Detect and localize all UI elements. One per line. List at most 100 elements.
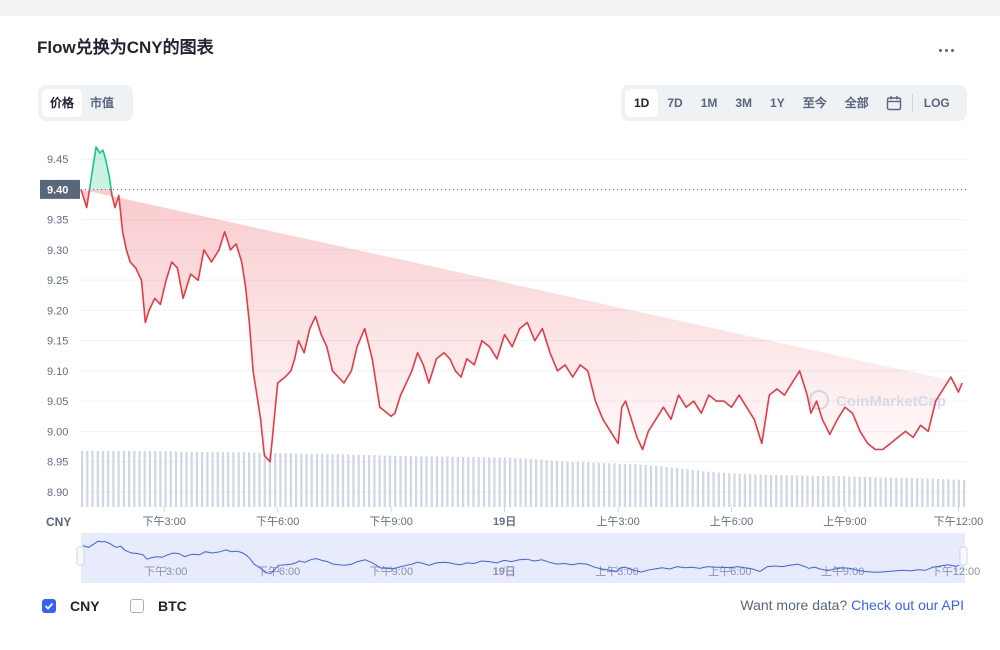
x-axis: 下午3:00 下午6:00 下午9:00 19日 上午3:00 上午6:00 上午9:00 下… <box>142 507 983 528</box>
volume-bar <box>373 455 376 507</box>
volume-bar <box>811 475 814 507</box>
x-tick-label: 下午6:00 <box>256 515 299 528</box>
volume-bar <box>498 457 501 507</box>
volume-bar <box>764 474 767 507</box>
volume-bar <box>889 477 893 507</box>
volume-bar <box>884 477 887 507</box>
y-tick-label: 9.10 <box>47 366 68 378</box>
volume-bar <box>81 451 84 507</box>
api-link[interactable]: Check out our API <box>851 597 964 613</box>
x-tick-label: 下午3:00 <box>142 515 185 528</box>
volume-bar <box>655 465 658 507</box>
price-area-below <box>81 189 963 462</box>
volume-bar <box>540 459 543 507</box>
volume-bar <box>942 479 945 507</box>
navigator-left-handle[interactable] <box>76 546 85 566</box>
volume-bar <box>681 468 684 507</box>
volume-bar <box>300 453 303 507</box>
volume-bar <box>362 454 365 507</box>
volume-bar <box>561 461 564 507</box>
volume-bar <box>404 455 407 507</box>
price-chart[interactable]: CoinMarketCap 8.90 8.95 9.00 9.05 9.10 9.15 9.… <box>0 0 1000 650</box>
volume-bar <box>201 452 204 507</box>
y-tick-label: 9.00 <box>47 426 68 438</box>
volume-bar <box>545 460 548 507</box>
volume-bar <box>347 454 350 507</box>
volume-bar <box>451 456 454 507</box>
volume-bar <box>827 476 830 507</box>
volume-bar <box>133 451 136 507</box>
volume-bar <box>315 453 319 507</box>
volume-bar <box>785 475 788 507</box>
volume-bar <box>869 477 872 507</box>
volume-bar <box>524 458 527 507</box>
volume-bar <box>733 473 736 507</box>
volume-bar <box>905 478 908 507</box>
volume-bar <box>415 456 418 507</box>
volume-bar <box>430 456 433 507</box>
x-tick-label: 上午9:00 <box>823 515 866 528</box>
y-tick-label: 8.95 <box>47 457 68 469</box>
volume-bar <box>900 477 903 507</box>
volume-bar <box>754 474 757 507</box>
volume-bar <box>279 453 282 507</box>
volume-bar <box>420 456 423 507</box>
volume-bar <box>321 453 324 507</box>
volume-bar <box>242 452 245 507</box>
volume-bar <box>649 465 653 507</box>
volume-bar <box>112 451 115 507</box>
checkbox-checked-icon[interactable] <box>42 599 56 613</box>
volume-bar <box>310 453 313 507</box>
x-tick-label: 上午3:00 <box>596 515 639 528</box>
volume-bar <box>295 453 298 507</box>
volume-bar <box>587 462 590 507</box>
volume-bar <box>190 451 193 507</box>
volume-bar <box>472 457 475 507</box>
volume-bar <box>368 455 371 507</box>
series-toggle-btc[interactable]: BTC <box>130 596 187 616</box>
volume-bar <box>843 476 846 507</box>
volume-bar <box>154 451 157 507</box>
volume-bar <box>769 475 773 507</box>
volume-bar <box>848 476 851 507</box>
volume-bar <box>775 475 778 507</box>
navigator-tick-label: 下午6:00 <box>257 565 300 578</box>
volume-bar <box>274 453 277 507</box>
volume-bar <box>582 462 585 507</box>
volume-bar <box>602 463 606 507</box>
volume-bar <box>441 456 444 507</box>
volume-bar <box>227 452 230 507</box>
volume-bar <box>576 462 579 507</box>
volume-bar <box>686 469 689 507</box>
volume-bar <box>639 464 642 507</box>
volume-bar <box>174 451 178 507</box>
volume-bar <box>482 457 486 507</box>
volume-bar <box>388 455 392 507</box>
volume-bar <box>456 456 459 507</box>
checkbox-unchecked-icon[interactable] <box>130 599 144 613</box>
range-navigator[interactable]: 下午3:00 下午6:00 下午9:00 19日 上午3:00 上午6:00 上午9:00 下… <box>76 533 981 583</box>
volume-bar <box>853 476 856 507</box>
volume-bar <box>936 478 940 507</box>
volume-bar <box>326 454 329 507</box>
series-toggle-cny[interactable]: CNY <box>42 596 100 616</box>
navigator-right-handle[interactable] <box>959 546 968 566</box>
volume-bar <box>289 453 292 507</box>
volume-bar <box>305 453 308 507</box>
volume-bar <box>331 454 334 507</box>
navigator-tick-label: 下午9:00 <box>370 565 413 578</box>
volume-bar <box>128 451 131 507</box>
volume-bar <box>446 456 449 507</box>
volume-bar <box>425 456 428 507</box>
volume-bar <box>221 452 225 507</box>
more-data-prompt: Want more data? Check out our API <box>740 597 964 613</box>
navigator-tick-label: 下午12:00 <box>931 565 981 578</box>
y-tick-label: 9.30 <box>47 245 68 257</box>
y-tick-label: 9.35 <box>47 215 68 227</box>
volume-bar <box>722 472 726 507</box>
volume-bar <box>801 475 804 507</box>
more-data-text: Want more data? <box>740 597 848 613</box>
y-tick-label: 9.25 <box>47 275 68 287</box>
volume-bar <box>644 465 647 507</box>
volume-bar <box>164 451 167 507</box>
